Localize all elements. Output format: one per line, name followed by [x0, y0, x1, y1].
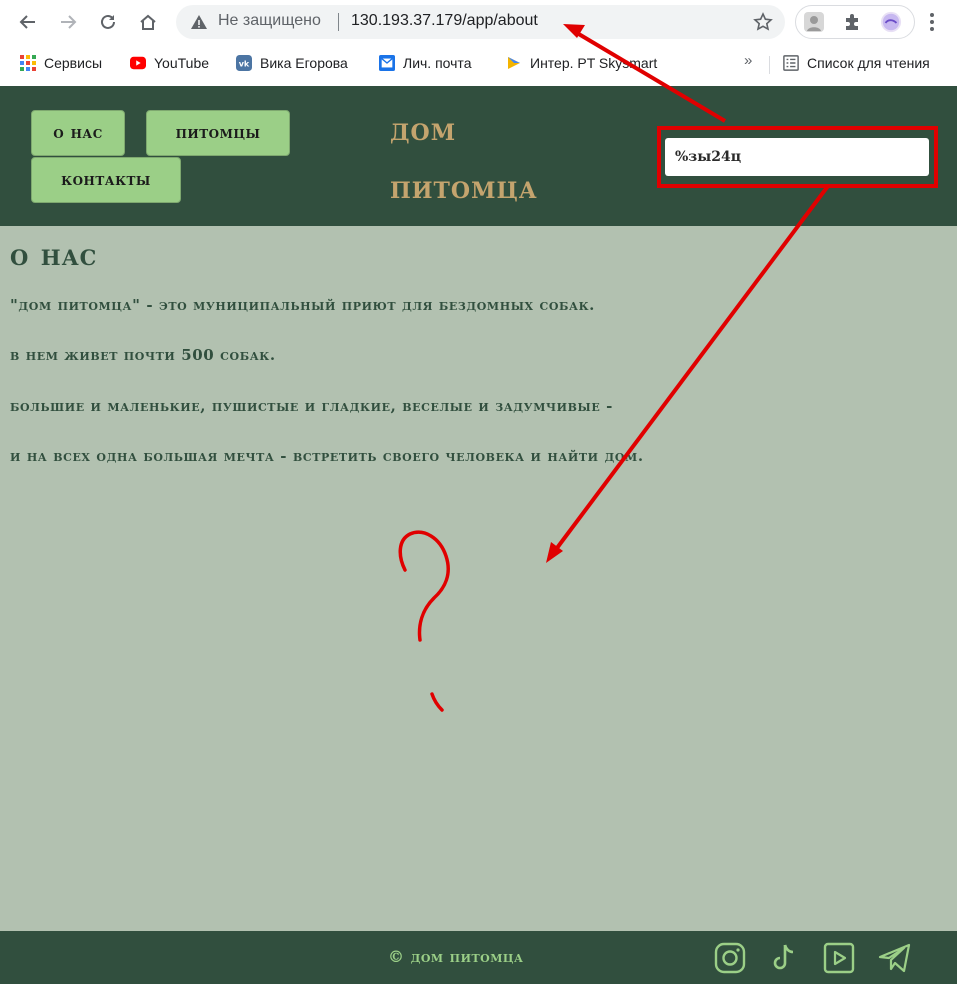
skysmart-icon: [506, 55, 522, 71]
bookmark-label: Вика Егорова: [260, 55, 348, 71]
profile-avatar[interactable]: [803, 11, 825, 33]
paragraph-count: в нем живет почти 500 собак.: [10, 346, 276, 364]
mail-icon: [379, 55, 395, 71]
page-title: о нас: [10, 238, 98, 273]
nav-about-button[interactable]: о нас: [31, 110, 125, 156]
menu-icon[interactable]: [922, 8, 942, 36]
bookmark-label: Лич. почта: [403, 55, 472, 71]
browser-toolbar: Не защищено 130.193.37.179/app/about Сер…: [0, 0, 957, 86]
bookmark-mail[interactable]: Лич. почта: [379, 52, 471, 74]
bookmark-services[interactable]: Сервисы: [20, 52, 102, 74]
site-header: о нас питомцы контакты дом питомца: [0, 86, 957, 226]
warning-icon[interactable]: [190, 13, 208, 35]
reading-list-icon: [783, 55, 799, 71]
star-icon[interactable]: [753, 12, 773, 36]
search-highlight-frame: [657, 126, 938, 188]
nav-contacts-button[interactable]: контакты: [31, 157, 181, 203]
bookmarks-more-button[interactable]: »: [744, 52, 752, 69]
vk-icon: vk: [236, 55, 252, 71]
home-icon[interactable]: [134, 8, 162, 36]
main-content: о нас "дом питомца" - это муниципальный …: [0, 226, 957, 931]
youtube-icon: [130, 55, 146, 71]
site-footer: © дом питомца: [0, 931, 957, 984]
reading-list-button[interactable]: Список для чтения: [783, 52, 930, 74]
profile-badge-icon[interactable]: [880, 11, 902, 33]
bookmark-label: YouTube: [154, 55, 210, 71]
address-divider: [338, 13, 339, 31]
extensions-area: [795, 5, 915, 39]
logo-line-1: дом: [390, 110, 457, 148]
site-logo[interactable]: дом питомца: [390, 100, 620, 216]
reading-list-label: Список для чтения: [807, 55, 930, 71]
forward-icon[interactable]: [54, 8, 82, 36]
back-icon[interactable]: [14, 8, 42, 36]
bookmark-vk[interactable]: vk Вика Егорова: [236, 52, 348, 74]
paragraph-description: большие и маленькие, пушистые и гладкие,…: [10, 397, 613, 415]
logo-line-2: питомца: [390, 168, 538, 206]
url-text[interactable]: 130.193.37.179/app/about: [351, 12, 538, 30]
paragraph-intro: "дом питомца" - это муниципальный приют …: [10, 296, 595, 314]
bookmarks-divider: [769, 56, 770, 74]
apps-grid-icon: [20, 55, 36, 71]
instagram-icon[interactable]: [713, 941, 747, 975]
bookmarks-bar: Сервисы YouTube vk Вика Егорова Лич. поч…: [0, 48, 957, 78]
address-bar[interactable]: Не защищено 130.193.37.179/app/about: [176, 5, 785, 39]
bookmark-youtube[interactable]: YouTube: [130, 52, 209, 74]
bookmark-label: Сервисы: [44, 55, 103, 71]
tiktok-icon[interactable]: [767, 941, 801, 975]
security-status[interactable]: Не защищено: [218, 12, 321, 30]
bookmark-skysmart[interactable]: Интер. PT Skysmart: [506, 52, 657, 74]
telegram-icon[interactable]: [878, 941, 912, 975]
paragraph-dream: и на всех одна большая мечта - встретить…: [10, 447, 644, 465]
youtube-play-icon[interactable]: [822, 941, 856, 975]
footer-copyright: © дом питомца: [388, 947, 524, 966]
svg-text:vk: vk: [239, 60, 250, 69]
search-input[interactable]: [665, 138, 929, 176]
nav-pets-button[interactable]: питомцы: [146, 110, 290, 156]
reload-icon[interactable]: [94, 8, 122, 36]
bookmark-label: Интер. PT Skysmart: [530, 55, 658, 71]
extensions-icon[interactable]: [841, 11, 863, 33]
